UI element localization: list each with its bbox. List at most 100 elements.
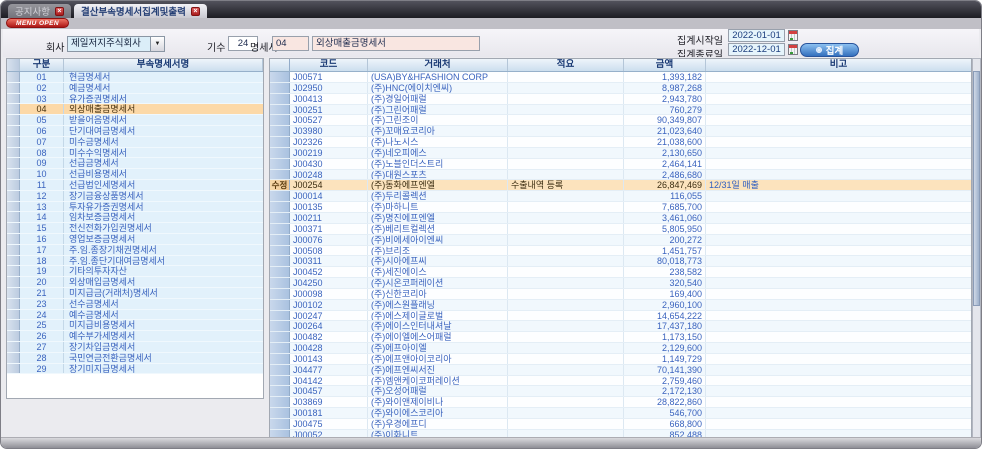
list-item[interactable]: 10선급비용명세서 (7, 169, 263, 180)
note (706, 202, 971, 212)
list-item[interactable]: 25미지급비용명세서 (7, 320, 263, 331)
table-row[interactable]: J00430(주)노블인더스트리2,464,141 (270, 159, 971, 170)
end-date-input[interactable]: 2022-12-01 (728, 43, 785, 56)
table-row[interactable]: J00508(주)브리조1,451,757 (270, 246, 971, 257)
vertical-scrollbar[interactable] (972, 58, 981, 439)
list-item[interactable]: 16영업보증금명세서 (7, 234, 263, 245)
table-row[interactable]: 수정J00254(주)동화에프엔엘수출내역 등록26,847,46912/31일… (270, 180, 971, 191)
company-select[interactable]: 제일저지주식회사 ▼ (67, 36, 165, 52)
table-row[interactable]: J04477(주)에프엔씨서진70,141,390 (270, 365, 971, 376)
list-item[interactable]: 01현금명세서 (7, 72, 263, 83)
list-item[interactable]: 20외상매입금명세서 (7, 277, 263, 288)
tab-close-icon[interactable]: × (55, 7, 64, 16)
tab-statement-report[interactable]: 결산부속명세서집계및출력 × (74, 4, 207, 18)
table-row[interactable]: J00143(주)에프앤아이코리아1,149,729 (270, 354, 971, 365)
list-item[interactable]: 21미지급금(거래처)명세서 (7, 288, 263, 299)
table-row[interactable]: J00527(주)그린조이90,349,807 (270, 115, 971, 126)
list-item[interactable]: 29장기미지급명세서 (7, 364, 263, 375)
table-row[interactable]: J02326(주)나노시스21,038,600 (270, 137, 971, 148)
tab-notice-label: 공지사항 (15, 4, 50, 18)
chevron-down-icon[interactable]: ▼ (150, 37, 164, 51)
aggregate-button[interactable]: 집계 (800, 43, 859, 57)
statement-code: 01 (20, 72, 64, 82)
list-item[interactable]: 12장기금융상품명세서 (7, 191, 263, 202)
list-item[interactable]: 19기타의투자자산 (7, 266, 263, 277)
table-row[interactable]: J00014(주)두리콜렉션116,055 (270, 191, 971, 202)
list-item[interactable]: 05받을어음명세서 (7, 115, 263, 126)
table-row[interactable]: J00413(주)경일어패럴2,943,780 (270, 94, 971, 105)
table-row[interactable]: J00247(주)에스제이글로벌14,654,222 (270, 311, 971, 322)
note (706, 94, 971, 104)
statement-code: 05 (20, 115, 64, 125)
table-row[interactable]: J00452(주)세진에이스238,582 (270, 267, 971, 278)
table-row[interactable]: J04250(주)시온코퍼레이션320,540 (270, 278, 971, 289)
vendor-code: J00264 (290, 321, 368, 331)
statement-code: 03 (20, 94, 64, 104)
table-row[interactable]: J00482(주)에이엘에스어패럴1,173,150 (270, 332, 971, 343)
list-item[interactable]: 24예수금명세서 (7, 310, 263, 321)
list-item[interactable]: 23선수금명세서 (7, 299, 263, 310)
list-item[interactable]: 09선급금명세서 (7, 158, 263, 169)
table-row[interactable]: J00098(주)신한코리아169,400 (270, 289, 971, 300)
list-item[interactable]: 11선급법인세명세서 (7, 180, 263, 191)
row-flag (270, 343, 290, 353)
list-item[interactable]: 28국민연금전환금명세서 (7, 353, 263, 364)
statement-list-header: 구분 부속명세서명 (7, 59, 263, 72)
table-row[interactable]: J00248(주)대원스포츠2,486,680 (270, 170, 971, 181)
list-item[interactable]: 13투자유가증권명세서 (7, 202, 263, 213)
tab-notice[interactable]: 공지사항 × (8, 4, 71, 18)
calendar-icon[interactable] (788, 44, 798, 55)
list-item[interactable]: 14임차보증금명세서 (7, 212, 263, 223)
row-selector (7, 94, 20, 104)
list-item[interactable]: 06단기대여금명세서 (7, 126, 263, 137)
table-row[interactable]: J00371(주)베리트컬렉션5,805,950 (270, 224, 971, 235)
table-row[interactable]: J00135(주)마하니트7,685,700 (270, 202, 971, 213)
vendor-name: (주)신한코리아 (368, 289, 508, 299)
table-row[interactable]: J00571(USA)BY&HFASHION CORP1,393,182 (270, 72, 971, 83)
table-row[interactable]: J00264(주)에이스인터내셔날17,437,180 (270, 321, 971, 332)
note (706, 365, 971, 375)
list-item[interactable]: 04외상매출금명세서 (7, 104, 263, 115)
row-selector (7, 169, 20, 179)
list-item[interactable]: 26예수부가세명세서 (7, 331, 263, 342)
statement-name: 영업보증금명세서 (64, 234, 263, 244)
table-row[interactable]: J00181(주)와이에스코리아546,700 (270, 408, 971, 419)
list-item[interactable]: 03유가증권명세서 (7, 94, 263, 105)
statement-code-input[interactable]: 04 (272, 36, 309, 51)
note (706, 343, 971, 353)
table-row[interactable]: J00251(주)그린어패럴760,279 (270, 105, 971, 116)
table-row[interactable]: J03980(주)꼬매요코리아21,023,640 (270, 126, 971, 137)
statement-name: 장기금융상품명세서 (64, 191, 263, 201)
statement-name-input[interactable]: 외상매출금명세서 (312, 36, 480, 51)
list-item[interactable]: 18주.임.종단기대여금명세서 (7, 256, 263, 267)
table-row[interactable]: J00102(주)에스원플래닝2,960,100 (270, 300, 971, 311)
list-item[interactable]: 27장기차입금명세서 (7, 342, 263, 353)
table-row[interactable]: J04142(주)엠앤케이코퍼레이션2,759,460 (270, 376, 971, 387)
scrollbar-thumb[interactable] (973, 71, 980, 306)
list-item[interactable]: 07미수금명세서 (7, 137, 263, 148)
amount: 2,759,460 (624, 376, 706, 386)
table-row[interactable]: J00211(주)명진에프엔엘3,461,060 (270, 213, 971, 224)
table-row[interactable]: J00311(주)시아에프씨80,018,773 (270, 256, 971, 267)
table-row[interactable]: J03869(주)와이앤제이비나28,822,860 (270, 397, 971, 408)
memo (508, 170, 624, 180)
table-row[interactable]: J00219(주)네오피에스2,130,650 (270, 148, 971, 159)
table-row[interactable]: J00428(주)에프아이엘2,129,600 (270, 343, 971, 354)
table-row[interactable]: J00076(주)비에세아이엔씨200,272 (270, 235, 971, 246)
memo (508, 419, 624, 429)
list-item[interactable]: 08미수수익명세서 (7, 148, 263, 159)
table-row[interactable]: J02950(주)HNC(에이치엔씨)8,987,268 (270, 83, 971, 94)
start-date-input[interactable]: 2022-01-01 (728, 29, 785, 42)
list-item[interactable]: 15전신전화가입권명세서 (7, 223, 263, 234)
list-item[interactable]: 17주.임.종장기채권명세서 (7, 245, 263, 256)
statement-code: 16 (20, 234, 64, 244)
tab-close-icon[interactable]: × (191, 7, 200, 16)
menu-open-button[interactable]: MENU OPEN (6, 18, 69, 28)
statement-code: 25 (20, 320, 64, 330)
table-row[interactable]: J00475(주)우경에프디668,800 (270, 419, 971, 430)
statement-name: 예금명세서 (64, 83, 263, 93)
note (706, 419, 971, 429)
list-item[interactable]: 02예금명세서 (7, 83, 263, 94)
calendar-icon[interactable] (788, 30, 798, 41)
table-row[interactable]: J00457(주)오성어패럴2,172,130 (270, 386, 971, 397)
